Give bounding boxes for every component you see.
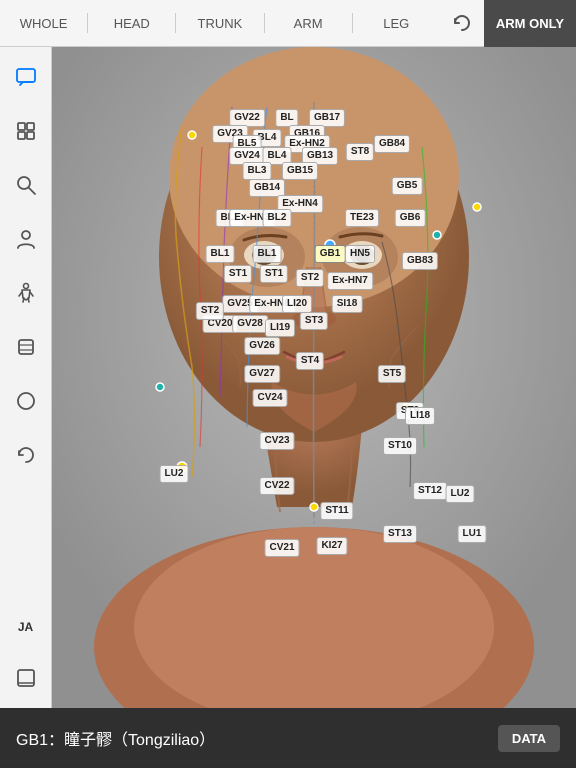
left-sidebar: JA bbox=[0, 47, 52, 708]
acupoint-labels: GV22BLGB17GB16GV23BL4BL5Ex-HN2GV24BL4GB1… bbox=[52, 47, 576, 708]
acupoint-label[interactable]: ST4 bbox=[296, 352, 324, 370]
bottom-info-bar: GB1：瞳子髎（Tongziliao） DATA bbox=[0, 708, 576, 768]
acupoint-label[interactable]: LU1 bbox=[458, 525, 487, 543]
sidebar-bottom-icon[interactable] bbox=[8, 660, 44, 696]
acupoint-label[interactable]: Ex-HN7 bbox=[327, 272, 373, 290]
acupoint-label[interactable]: CV22 bbox=[259, 477, 294, 495]
acupoint-label[interactable]: CV23 bbox=[259, 432, 294, 450]
sidebar-language-label: JA bbox=[18, 620, 33, 634]
nav-leg[interactable]: LEG bbox=[353, 12, 440, 35]
acupoint-label[interactable]: BL2 bbox=[263, 209, 292, 227]
acupoint-label[interactable]: LI20 bbox=[282, 295, 312, 313]
acupoint-label[interactable]: GB15 bbox=[282, 162, 318, 180]
sidebar-layers-icon[interactable] bbox=[8, 113, 44, 149]
acupoint-label[interactable]: GV28 bbox=[232, 315, 268, 333]
acupoint-label[interactable]: GB1 bbox=[315, 245, 346, 263]
acupoint-label[interactable]: ST1 bbox=[260, 265, 288, 283]
acupoint-label[interactable]: ST13 bbox=[383, 525, 417, 543]
sidebar-search-icon[interactable] bbox=[8, 167, 44, 203]
acupoint-label[interactable]: CV24 bbox=[252, 389, 287, 407]
rotate-icon bbox=[451, 12, 473, 34]
acupoint-label[interactable]: SI18 bbox=[332, 295, 363, 313]
data-button[interactable]: DATA bbox=[498, 725, 560, 752]
rotate-button[interactable] bbox=[440, 0, 484, 47]
nav-trunk[interactable]: TRUNK bbox=[176, 12, 263, 35]
acupoint-label[interactable]: ST8 bbox=[346, 143, 374, 161]
sidebar-circle-icon[interactable] bbox=[8, 383, 44, 419]
sidebar-undo-icon[interactable] bbox=[8, 437, 44, 473]
sidebar-body-icon[interactable] bbox=[8, 275, 44, 311]
acupoint-label[interactable]: LI18 bbox=[405, 407, 435, 425]
sidebar-cylinder-icon[interactable] bbox=[8, 329, 44, 365]
acupoint-label[interactable]: GB84 bbox=[374, 135, 410, 153]
acupoint-label[interactable]: BL1 bbox=[206, 245, 235, 263]
nav-head[interactable]: HEAD bbox=[88, 12, 175, 35]
acupoint-label[interactable]: LU2 bbox=[160, 465, 189, 483]
acupoint-label[interactable]: ST10 bbox=[383, 437, 417, 455]
acupoint-label[interactable]: GB6 bbox=[395, 209, 426, 227]
acupoint-label[interactable]: CV21 bbox=[264, 539, 299, 557]
acupoint-label[interactable]: ST1 bbox=[224, 265, 252, 283]
acupoint-label[interactable]: ST5 bbox=[378, 365, 406, 383]
acupoint-label[interactable]: LI19 bbox=[265, 319, 295, 337]
top-navigation: WHOLE HEAD TRUNK ARM LEG ARM ONLY bbox=[0, 0, 576, 47]
point-title: GB1：瞳子髎（Tongziliao） bbox=[16, 726, 498, 750]
acupoint-label[interactable]: ST3 bbox=[300, 312, 328, 330]
acupoint-label[interactable]: ST11 bbox=[320, 502, 353, 520]
acupoint-label[interactable]: ST2 bbox=[196, 302, 224, 320]
acupoint-label[interactable]: GV26 bbox=[244, 337, 280, 355]
nav-whole[interactable]: WHOLE bbox=[0, 12, 87, 35]
acupoint-label[interactable]: LU2 bbox=[446, 485, 475, 503]
acupoint-label[interactable]: GV27 bbox=[244, 365, 280, 383]
acupoint-label[interactable]: ST12 bbox=[413, 482, 447, 500]
acupoint-label[interactable]: HN5 bbox=[345, 245, 375, 263]
acupoint-label[interactable]: BL3 bbox=[243, 162, 272, 180]
sidebar-person-icon[interactable] bbox=[8, 221, 44, 257]
arm-only-button[interactable]: ARM ONLY bbox=[484, 0, 576, 47]
nav-arm[interactable]: ARM bbox=[265, 12, 352, 35]
acupoint-label[interactable]: GB83 bbox=[402, 252, 438, 270]
sidebar-comment-icon[interactable] bbox=[8, 59, 44, 95]
acupoint-label[interactable]: BL1 bbox=[253, 245, 282, 263]
anatomy-canvas[interactable]: GV22BLGB17GB16GV23BL4BL5Ex-HN2GV24BL4GB1… bbox=[52, 47, 576, 708]
acupoint-label[interactable]: GB5 bbox=[392, 177, 423, 195]
acupoint-label[interactable]: KI27 bbox=[316, 537, 347, 555]
acupoint-label[interactable]: TE23 bbox=[345, 209, 379, 227]
acupoint-label[interactable]: ST2 bbox=[296, 269, 324, 287]
